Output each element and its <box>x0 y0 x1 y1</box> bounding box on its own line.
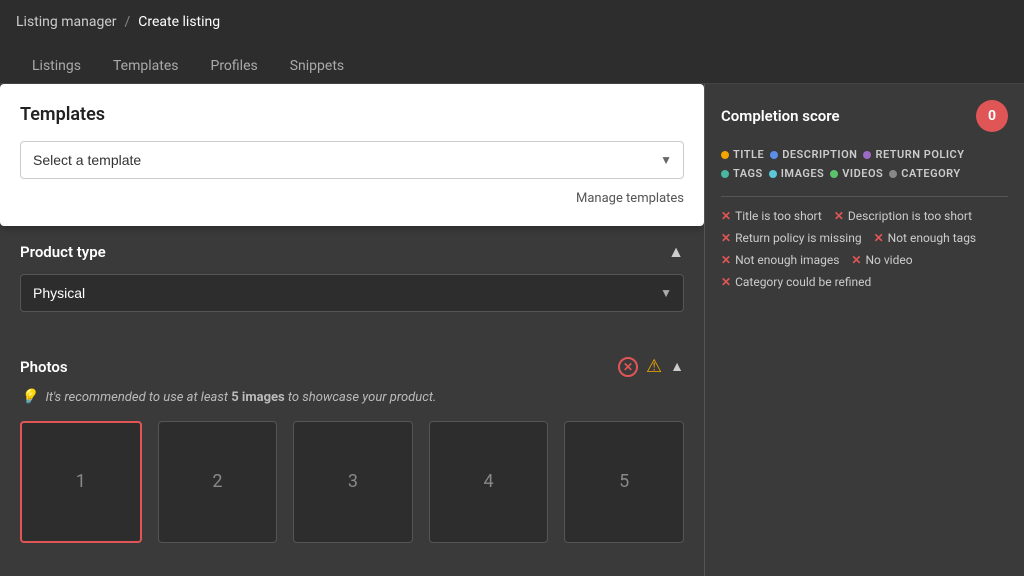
completion-score-badge: 0 <box>976 100 1008 132</box>
product-type-select[interactable]: Physical <box>20 274 684 312</box>
dot-title-icon <box>721 151 729 159</box>
x-icon-5: ✕ <box>721 253 731 267</box>
photo-hint: 💡 It's recommended to use at least 5 ima… <box>20 389 684 405</box>
tag-title: TITLE <box>721 148 764 161</box>
completion-header: Completion score 0 <box>721 100 1008 132</box>
photos-warning-icon[interactable]: ⚠ <box>646 356 662 377</box>
main-content: Templates Select a template ▼ Manage tem… <box>0 84 1024 576</box>
x-icon-2: ✕ <box>834 209 844 223</box>
dot-description-icon <box>770 151 778 159</box>
error-description-short: ✕ Description is too short <box>834 209 972 223</box>
product-type-title: Product type <box>20 243 106 261</box>
dot-return-policy-icon <box>863 151 871 159</box>
photos-title: Photos <box>20 358 68 376</box>
dot-images-icon <box>769 170 777 178</box>
photo-slot-5[interactable]: 5 <box>564 421 684 543</box>
photo-slot-4[interactable]: 4 <box>429 421 549 543</box>
photo-slot-1[interactable]: 1 <box>20 421 142 543</box>
breadcrumb: Listing manager / Create listing <box>16 14 220 30</box>
photos-toggle-icon[interactable]: ▲ <box>670 358 684 375</box>
photos-error-icon[interactable]: ✕ <box>618 357 638 377</box>
error-no-video: ✕ No video <box>851 253 912 267</box>
tab-templates[interactable]: Templates <box>97 50 195 84</box>
dot-videos-icon <box>830 170 838 178</box>
right-panel: Completion score 0 TITLE DESCRIPTION RET… <box>704 84 1024 576</box>
left-panel: Templates Select a template ▼ Manage tem… <box>0 84 704 576</box>
breadcrumb-separator: / <box>125 14 131 30</box>
error-not-enough-tags: ✕ Not enough tags <box>874 231 977 245</box>
nav-tabs: Listings Templates Profiles Snippets <box>0 44 1024 84</box>
error-row-1: ✕ Title is too short ✕ Description is to… <box>721 209 1008 223</box>
dot-category-icon <box>889 170 897 178</box>
tag-videos: VIDEOS <box>830 167 883 180</box>
tab-snippets[interactable]: Snippets <box>274 50 360 84</box>
completion-divider <box>721 196 1008 197</box>
error-row-2: ✕ Return policy is missing ✕ Not enough … <box>721 231 1008 245</box>
error-not-enough-images: ✕ Not enough images <box>721 253 839 267</box>
top-bar: Listing manager / Create listing <box>0 0 1024 44</box>
error-row-3: ✕ Not enough images ✕ No video <box>721 253 1008 267</box>
template-select[interactable]: Select a template <box>20 141 684 179</box>
template-select-wrapper: Select a template ▼ <box>20 141 684 179</box>
product-type-header: Product type ▲ <box>20 242 684 262</box>
photos-icons: ✕ ⚠ ▲ <box>618 356 684 377</box>
tag-images: IMAGES <box>769 167 825 180</box>
dot-tags-icon <box>721 170 729 178</box>
completion-tags: TITLE DESCRIPTION RETURN POLICY TAGS IMA… <box>721 148 1008 180</box>
templates-card-title: Templates <box>20 104 684 125</box>
tab-listings[interactable]: Listings <box>16 50 97 84</box>
x-icon-6: ✕ <box>851 253 861 267</box>
tag-tags: TAGS <box>721 167 763 180</box>
templates-card: Templates Select a template ▼ Manage tem… <box>0 84 704 226</box>
completion-title: Completion score <box>721 107 840 125</box>
photo-grid: 1 2 3 4 5 <box>20 421 684 543</box>
tag-category: CATEGORY <box>889 167 960 180</box>
error-list: ✕ Title is too short ✕ Description is to… <box>721 209 1008 289</box>
error-category-refined: ✕ Category could be refined <box>721 275 871 289</box>
photo-hint-bold: 5 images <box>231 390 284 405</box>
hint-bulb-icon: 💡 <box>20 389 37 405</box>
product-type-toggle-icon[interactable]: ▲ <box>668 242 684 262</box>
x-icon-7: ✕ <box>721 275 731 289</box>
photos-header: Photos ✕ ⚠ ▲ <box>20 356 684 377</box>
product-type-section: Product type ▲ Physical ▼ <box>0 226 704 340</box>
error-row-4: ✕ Category could be refined <box>721 275 1008 289</box>
photo-slot-3[interactable]: 3 <box>293 421 413 543</box>
error-title-short: ✕ Title is too short <box>721 209 822 223</box>
product-type-select-wrapper: Physical ▼ <box>20 274 684 312</box>
photo-slot-2[interactable]: 2 <box>158 421 278 543</box>
breadcrumb-parent[interactable]: Listing manager <box>16 14 117 30</box>
photos-section: Photos ✕ ⚠ ▲ 💡 It's recommended to use a… <box>0 340 704 559</box>
tag-return-policy: RETURN POLICY <box>863 148 964 161</box>
error-return-policy: ✕ Return policy is missing <box>721 231 862 245</box>
x-icon-3: ✕ <box>721 231 731 245</box>
breadcrumb-current: Create listing <box>138 14 220 30</box>
tag-description: DESCRIPTION <box>770 148 857 161</box>
photo-hint-text: It's recommended to use at least 5 image… <box>45 390 436 405</box>
tab-profiles[interactable]: Profiles <box>194 50 273 84</box>
manage-templates-link[interactable]: Manage templates <box>20 191 684 206</box>
x-icon-4: ✕ <box>874 231 884 245</box>
x-icon-1: ✕ <box>721 209 731 223</box>
